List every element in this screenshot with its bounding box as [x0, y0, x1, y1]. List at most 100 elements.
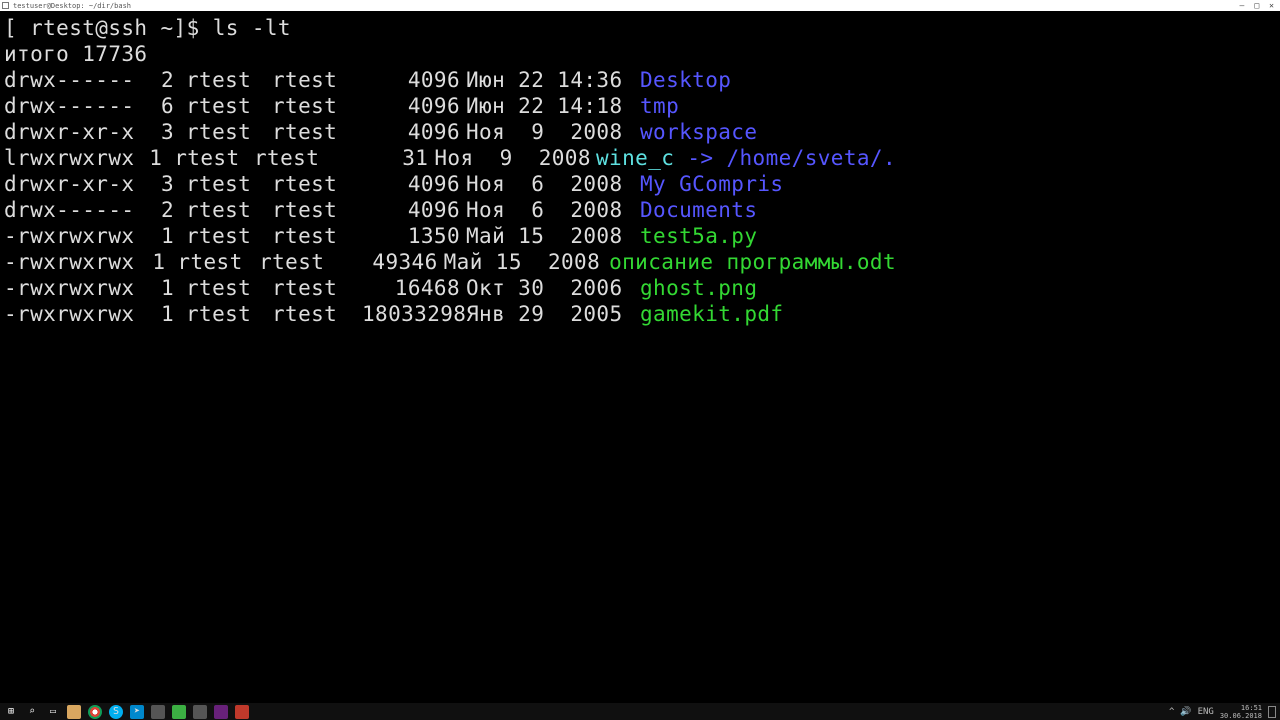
start-icon[interactable]: ⊞	[4, 705, 18, 719]
chrome-icon[interactable]	[88, 705, 102, 719]
col-permissions: -rwxrwxrwx	[4, 249, 137, 275]
col-links: 6	[144, 93, 174, 119]
col-filename: описание программы.odt	[605, 249, 896, 275]
col-filename: gamekit.pdf	[636, 301, 783, 327]
window-title: testuser@Desktop: ~/dir/bash	[13, 2, 131, 10]
col-date: Окт 30 2006	[460, 275, 636, 301]
col-size: 4096	[362, 119, 460, 145]
col-links: 3	[144, 119, 174, 145]
col-links: 1	[144, 301, 174, 327]
col-owner: rtest	[174, 67, 272, 93]
prompt-line: [ rtest@ssh ~]$ ls -lt	[4, 15, 896, 41]
tray-clock[interactable]: 16:51 30.06.2018	[1220, 704, 1262, 720]
col-owner: rtest	[174, 119, 272, 145]
col-size: 18033298	[362, 301, 460, 327]
col-date: Июн 22 14:36	[460, 67, 636, 93]
col-date: Янв 29 2005	[460, 301, 636, 327]
col-group: rtest	[272, 93, 362, 119]
col-size: 4096	[362, 197, 460, 223]
col-owner: rtest	[174, 171, 272, 197]
ls-row: -rwxrwxrwx1rtestrtest49346Май 15 2008опи…	[4, 249, 896, 275]
col-filename: test5a.py	[636, 223, 757, 249]
ls-row: -rwxrwxrwx1rtestrtest18033298Янв 29 2005…	[4, 301, 896, 327]
ls-row: lrwxrwxrwx1rtestrtest31Ноя 9 2008wine_c …	[4, 145, 896, 171]
system-tray: ^ 🔊 ENG 16:51 30.06.2018	[1169, 704, 1276, 720]
col-permissions: drwx------	[4, 67, 144, 93]
tray-language[interactable]: ENG	[1198, 707, 1214, 717]
col-owner: rtest	[174, 197, 272, 223]
col-filename: tmp	[636, 93, 679, 119]
col-date: Ноя 6 2008	[460, 197, 636, 223]
tray-time: 16:51	[1220, 704, 1262, 712]
col-owner: rtest	[174, 223, 272, 249]
col-links: 1	[137, 249, 165, 275]
col-group: rtest	[259, 249, 344, 275]
app-icon-2[interactable]	[172, 705, 186, 719]
ls-row: -rwxrwxrwx1rtestrtest1350Май 15 2008test…	[4, 223, 896, 249]
col-date: Май 15 2008	[438, 249, 605, 275]
col-filename: workspace	[636, 119, 757, 145]
col-size: 1350	[362, 223, 460, 249]
window-titlebar: testuser@Desktop: ~/dir/bash — □ ✕	[0, 0, 1280, 11]
window-close-button[interactable]: ✕	[1269, 1, 1274, 10]
app-icon-1[interactable]	[151, 705, 165, 719]
col-group: rtest	[272, 119, 362, 145]
col-links: 1	[144, 223, 174, 249]
ls-row: -rwxrwxrwx1rtestrtest16468Окт 30 2006gho…	[4, 275, 896, 301]
taskview-icon[interactable]: ▭	[46, 705, 60, 719]
col-size: 31	[337, 145, 428, 171]
col-links: 1	[144, 275, 174, 301]
skype-icon[interactable]: S	[109, 705, 123, 719]
vs-icon[interactable]	[214, 705, 228, 719]
app-icon-4[interactable]	[235, 705, 249, 719]
terminal[interactable]: [ rtest@ssh ~]$ ls -lt итого 17736 drwx-…	[0, 11, 900, 703]
col-date: Ноя 6 2008	[460, 171, 636, 197]
ls-row: drwx------6rtestrtest4096Июн 22 14:18tmp	[4, 93, 896, 119]
ls-row: drwx------2rtestrtest4096Июн 22 14:36Des…	[4, 67, 896, 93]
col-group: rtest	[272, 301, 362, 327]
total-line: итого 17736	[4, 41, 896, 67]
col-filename: ghost.png	[636, 275, 757, 301]
telegram-icon[interactable]: ➤	[130, 705, 144, 719]
ls-row: drwxr-xr-x3rtestrtest4096Ноя 9 2008works…	[4, 119, 896, 145]
command-text: ls -lt	[213, 16, 291, 40]
col-links: 3	[144, 171, 174, 197]
col-permissions: drwxr-xr-x	[4, 119, 144, 145]
col-filename: Documents	[636, 197, 757, 223]
col-permissions: drwx------	[4, 197, 144, 223]
search-icon[interactable]: ⌕	[25, 705, 39, 719]
col-group: rtest	[272, 223, 362, 249]
col-owner: rtest	[162, 145, 254, 171]
col-filename: My GCompris	[636, 171, 783, 197]
tray-overflow-icon[interactable]: ^	[1169, 707, 1174, 717]
col-date: Май 15 2008	[460, 223, 636, 249]
ls-output: drwx------2rtestrtest4096Июн 22 14:36Des…	[4, 67, 896, 327]
window-minimize-button[interactable]: —	[1240, 1, 1245, 10]
col-date: Июн 22 14:18	[460, 93, 636, 119]
col-owner: rtest	[174, 301, 272, 327]
col-links: 2	[144, 197, 174, 223]
col-permissions: drwxr-xr-x	[4, 171, 144, 197]
col-link-target: -> /home/sveta/.	[674, 145, 896, 171]
tray-notifications-icon[interactable]	[1268, 706, 1276, 718]
tray-volume-icon[interactable]: 🔊	[1180, 707, 1191, 717]
col-size: 4096	[362, 93, 460, 119]
ls-row: drwxr-xr-x3rtestrtest4096Ноя 6 2008My GC…	[4, 171, 896, 197]
col-size: 4096	[362, 67, 460, 93]
col-permissions: -rwxrwxrwx	[4, 301, 144, 327]
taskbar-left: ⊞ ⌕ ▭ S ➤	[4, 705, 249, 719]
col-links: 1	[134, 145, 162, 171]
col-size: 16468	[362, 275, 460, 301]
window-maximize-button[interactable]: □	[1254, 1, 1259, 10]
col-permissions: drwx------	[4, 93, 144, 119]
col-size: 49346	[345, 249, 438, 275]
col-filename: wine_c	[592, 145, 674, 171]
ls-row: drwx------2rtestrtest4096Ноя 6 2008Docum…	[4, 197, 896, 223]
taskbar: ⊞ ⌕ ▭ S ➤ ^ 🔊 ENG 16:51 30.06.2018	[0, 703, 1280, 720]
prompt: [ rtest@ssh ~]$	[4, 16, 213, 40]
app-icon-3[interactable]	[193, 705, 207, 719]
folder-icon[interactable]	[67, 705, 81, 719]
col-group: rtest	[272, 197, 362, 223]
col-group: rtest	[254, 145, 337, 171]
col-group: rtest	[272, 171, 362, 197]
